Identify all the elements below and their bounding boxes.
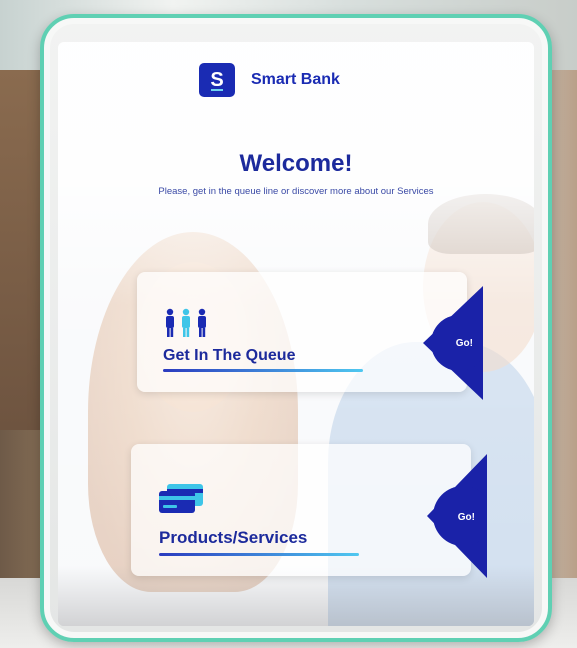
welcome-subtitle: Please, get in the queue line or discove… bbox=[158, 186, 434, 197]
welcome-title: Welcome! bbox=[239, 150, 353, 177]
products-card-label: Products/Services bbox=[159, 528, 308, 547]
kiosk-frame: S Smart Bank Welcome! Please, get in the… bbox=[40, 14, 552, 642]
kiosk-screen: S Smart Bank Welcome! Please, get in the… bbox=[58, 42, 534, 626]
products-go-label: Go! bbox=[457, 512, 475, 523]
bank-logo: S bbox=[199, 63, 235, 97]
credit-cards-icon bbox=[157, 484, 205, 518]
products-card[interactable]: Products/Services Go! bbox=[131, 444, 487, 578]
queue-go-label: Go! bbox=[455, 338, 473, 349]
brand-name: Smart Bank bbox=[251, 71, 340, 88]
queue-card[interactable]: Get In The Queue Go! bbox=[137, 272, 483, 400]
brand-header: S Smart Bank bbox=[199, 63, 340, 97]
queue-go-button[interactable]: Go! bbox=[423, 286, 483, 400]
queue-card-label: Get In The Queue bbox=[163, 347, 296, 364]
people-queue-icon bbox=[163, 308, 209, 342]
background-wall bbox=[0, 70, 40, 430]
products-go-button[interactable]: Go! bbox=[427, 454, 487, 578]
